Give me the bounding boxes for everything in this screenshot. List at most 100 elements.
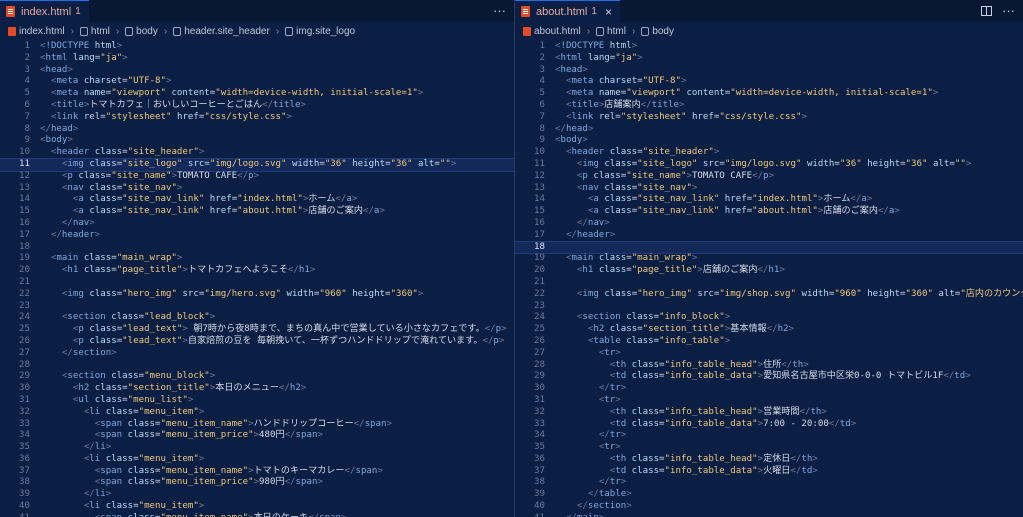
code-line[interactable]: 35 </li> (0, 442, 514, 454)
code-line[interactable]: 23 (0, 301, 514, 313)
code-line[interactable]: 18 (0, 242, 514, 254)
code-line[interactable]: 19 <main class="main_wrap"> (515, 253, 1023, 265)
code-line[interactable]: 36 <li class="menu_item"> (0, 454, 514, 466)
code-line[interactable]: 27 </section> (0, 348, 514, 360)
code-line[interactable]: 30 <h2 class="section_title">本日のメニュー</h2… (0, 383, 514, 395)
tab-index-html[interactable]: index.html 1 (0, 0, 89, 22)
code-line[interactable]: 15 <a class="site_nav_link" href="about.… (0, 206, 514, 218)
breadcrumb-item[interactable]: html (79, 26, 110, 37)
code-line[interactable]: 17 </header> (0, 230, 514, 242)
more-actions-button[interactable]: ··· (493, 3, 506, 18)
code-line[interactable]: 38 </tr> (515, 477, 1023, 489)
code-line[interactable]: 16 </nav> (0, 218, 514, 230)
breadcrumb-item[interactable]: index.html (8, 26, 65, 37)
tab-about-html[interactable]: about.html 1 × (515, 0, 620, 22)
code-line[interactable]: 29 <td class="info_table_data">愛知県名古屋市中区… (515, 371, 1023, 383)
code-line[interactable]: 41 </main> (515, 513, 1023, 517)
code-line[interactable]: 27 <tr> (515, 348, 1023, 360)
code-editor[interactable]: 1 <!DOCTYPE html> 2 <html lang="ja"> 3 <head>… (0, 41, 514, 517)
code-line[interactable]: 30 </tr> (515, 383, 1023, 395)
code-line[interactable]: 16 </nav> (515, 218, 1023, 230)
code-line[interactable]: 10 <header class="site_header"> (515, 147, 1023, 159)
split-editor-icon[interactable] (981, 6, 992, 16)
code-line[interactable]: 23 (515, 301, 1023, 313)
code-line[interactable]: 2 <html lang="ja"> (0, 53, 514, 65)
code-line[interactable]: 20 <h1 class="page_title">トマトカフェへようこそ</h… (0, 265, 514, 277)
code-line[interactable]: 25 <h2 class="section_title">基本情報</h2> (515, 324, 1023, 336)
code-line[interactable]: 31 <tr> (515, 395, 1023, 407)
code-line[interactable]: 22 <img class="hero_img" src="img/hero.s… (0, 289, 514, 301)
code-line[interactable]: 11 <img class="site_logo" src="img/logo.… (515, 159, 1023, 171)
code-line[interactable]: 14 <a class="site_nav_link" href="index.… (0, 194, 514, 206)
code-line[interactable]: 18 (515, 240, 1023, 255)
code-line[interactable]: 12 <p class="site_name">TOMATO CAFE</p> (0, 171, 514, 183)
code-line[interactable]: 12 <p class="site_name">TOMATO CAFE</p> (515, 171, 1023, 183)
code-line[interactable]: 28 <th class="info_table_head">住所</th> (515, 360, 1023, 372)
code-line[interactable]: 13 <nav class="site_nav"> (0, 183, 514, 195)
code-line[interactable]: 5 <meta name="viewport" content="width=d… (0, 88, 514, 100)
code-line[interactable]: 35 <tr> (515, 442, 1023, 454)
breadcrumb-item[interactable]: body (641, 26, 674, 37)
breadcrumb-item[interactable]: about.html (523, 26, 581, 37)
code-line[interactable]: 7 <link rel="stylesheet" href="css/style… (0, 112, 514, 124)
code-line[interactable]: 41 <span class="menu_item_name">本日のケーキ</… (0, 513, 514, 517)
code-line[interactable]: 36 <th class="info_table_head">定休日</th> (515, 454, 1023, 466)
code-line[interactable]: 8 </head> (0, 124, 514, 136)
code-line[interactable]: 29 <section class="menu_block"> (0, 371, 514, 383)
code-line[interactable]: 17 </header> (515, 230, 1023, 242)
code-line[interactable]: 33 <td class="info_table_data">7:00 - 20… (515, 419, 1023, 431)
code-line[interactable]: 40 <li class="menu_item"> (0, 501, 514, 513)
code-line[interactable]: 37 <td class="info_table_data">火曜日</td> (515, 466, 1023, 478)
code-line[interactable]: 14 <a class="site_nav_link" href="index.… (515, 194, 1023, 206)
code-line[interactable]: 1 <!DOCTYPE html> (0, 41, 514, 53)
code-line[interactable]: 4 <meta charset="UTF-8"> (0, 76, 514, 88)
code-line[interactable]: 6 <title>店舗案内</title> (515, 100, 1023, 112)
code-line[interactable]: 13 <nav class="site_nav"> (515, 183, 1023, 195)
code-line[interactable]: 4 <meta charset="UTF-8"> (515, 76, 1023, 88)
code-line[interactable]: 24 <section class="info_block"> (515, 312, 1023, 324)
code-line[interactable]: 26 <p class="lead_text">自家焙煎の豆を 毎朝挽いて、一杯… (0, 336, 514, 348)
code-line[interactable]: 37 <span class="menu_item_name">トマトのキーマカ… (0, 466, 514, 478)
code-line[interactable]: 31 <ul class="menu_list"> (0, 395, 514, 407)
code-line[interactable]: 40 </section> (515, 501, 1023, 513)
code-line[interactable]: 10 <header class="site_header"> (0, 147, 514, 159)
code-line[interactable]: 24 <section class="lead_block"> (0, 312, 514, 324)
code-editor[interactable]: 1 <!DOCTYPE html> 2 <html lang="ja"> 3 <head>… (515, 41, 1023, 517)
code-line[interactable]: 7 <link rel="stylesheet" href="css/style… (515, 112, 1023, 124)
code-line[interactable]: 21 (0, 277, 514, 289)
code-line[interactable]: 32 <th class="info_table_head">営業時間</th> (515, 407, 1023, 419)
code-line[interactable]: 34 </tr> (515, 430, 1023, 442)
close-icon[interactable]: × (605, 5, 612, 19)
breadcrumb-item[interactable]: header.site_header (173, 26, 270, 37)
code-line[interactable]: 6 <title>トマトカフェ｜おいしいコーヒーとごはん</title> (0, 100, 514, 112)
line-number: 13 (534, 182, 545, 193)
code-line[interactable]: 32 <li class="menu_item"> (0, 407, 514, 419)
code-line[interactable]: 3 <head> (0, 65, 514, 77)
code-line[interactable]: 34 <span class="menu_item_price">480円</s… (0, 430, 514, 442)
code-line[interactable]: 9 <body> (0, 135, 514, 147)
code-line[interactable]: 33 <span class="menu_item_name">ハンドドリップコ… (0, 419, 514, 431)
code-line[interactable]: 26 <table class="info_table"> (515, 336, 1023, 348)
code-line[interactable]: 5 <meta name="viewport" content="width=d… (515, 88, 1023, 100)
code-line[interactable]: 2 <html lang="ja"> (515, 53, 1023, 65)
code-line[interactable]: 38 <span class="menu_item_price">980円</s… (0, 477, 514, 489)
code-line[interactable]: 1 <!DOCTYPE html> (515, 41, 1023, 53)
code-line[interactable]: 9 <body> (515, 135, 1023, 147)
breadcrumb-item[interactable]: body (125, 26, 158, 37)
code-line[interactable]: 28 (0, 360, 514, 372)
code-line[interactable]: 15 <a class="site_nav_link" href="about.… (515, 206, 1023, 218)
code-line[interactable]: 22 <img class="hero_img" src="img/shop.s… (515, 289, 1023, 301)
code-line[interactable]: 39 </li> (0, 489, 514, 501)
more-actions-button[interactable]: ··· (1002, 3, 1015, 18)
breadcrumb-item[interactable]: img.site_logo (285, 26, 355, 37)
code-line[interactable]: 39 </table> (515, 489, 1023, 501)
code-line[interactable]: 3 <head> (515, 65, 1023, 77)
code-line[interactable]: 19 <main class="main_wrap"> (0, 253, 514, 265)
code-line[interactable]: 25 <p class="lead_text"> 朝7時から夜8時まで、まちの真… (0, 324, 514, 336)
code-line[interactable]: 20 <h1 class="page_title">店舗のご案内</h1> (515, 265, 1023, 277)
breadcrumb-item[interactable]: html (596, 26, 626, 37)
code-line[interactable]: 21 (515, 277, 1023, 289)
code-line[interactable]: 11 <img class="site_logo" src="img/logo.… (0, 157, 514, 172)
code-line[interactable]: 8 </head> (515, 124, 1023, 136)
line-text: <header class="site_header"> (565, 147, 720, 158)
